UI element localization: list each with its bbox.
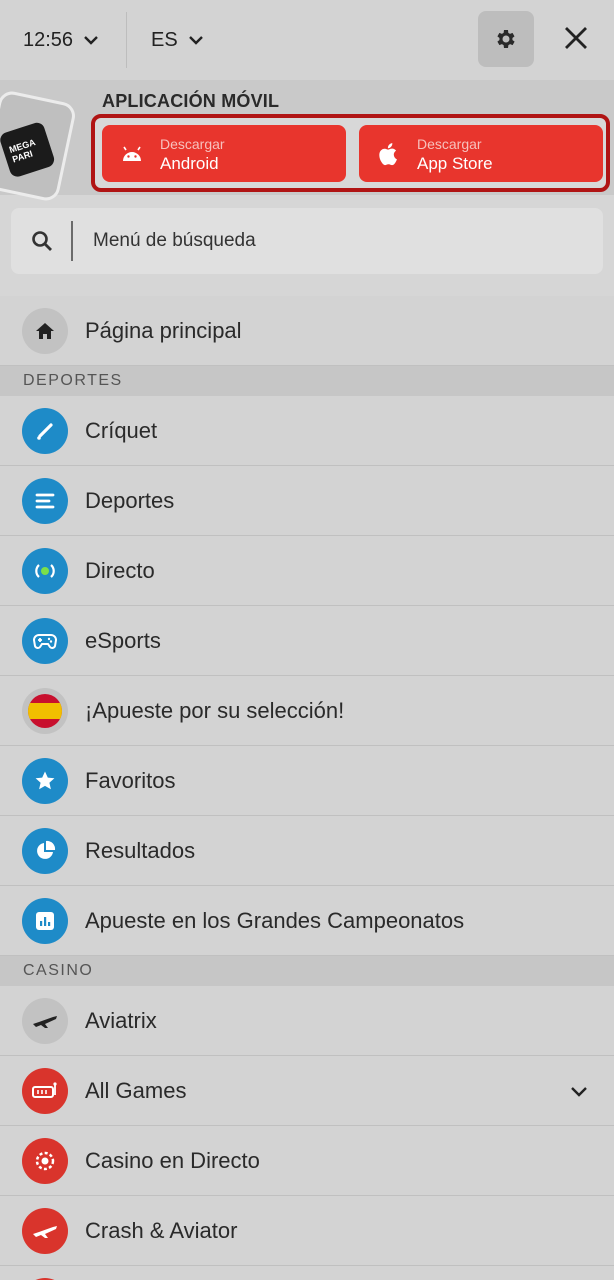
menu-item-aviatrix[interactable]: Aviatrix [0, 986, 614, 1056]
cricket-icon [22, 407, 68, 454]
search-box[interactable] [11, 208, 603, 274]
search-icon [32, 231, 52, 251]
close-icon [565, 27, 587, 49]
download-android-button[interactable]: Descargar Android [102, 125, 346, 182]
menu-item-partial[interactable] [0, 1266, 614, 1280]
menu-item-esports[interactable]: eSports [0, 606, 614, 676]
menu-item-results[interactable]: Resultados [0, 816, 614, 886]
language-selector[interactable]: ES [127, 29, 204, 52]
gear-icon [497, 30, 515, 48]
menu-item-pick-your-selection[interactable]: ¡Apueste por su selección! [0, 676, 614, 746]
slot-icon [22, 1067, 68, 1114]
gamepad-icon [22, 617, 68, 664]
menu-item-home[interactable]: Página principal [0, 296, 614, 366]
home-icon [22, 307, 68, 354]
settings-button[interactable] [478, 11, 534, 67]
search-divider [71, 221, 73, 261]
megapari-logo: MEGA PARI [0, 120, 57, 179]
section-header-casino: CASINO [0, 956, 614, 986]
menu-item-all-games[interactable]: All Games [0, 1056, 614, 1126]
menu-item-cricket[interactable]: Críquet [0, 396, 614, 466]
top-bar: 12:56 ES [0, 0, 614, 80]
star-icon [22, 757, 68, 804]
side-menu: Página principal DEPORTES Críquet Deport… [0, 296, 614, 1280]
section-header-sports: DEPORTES [0, 366, 614, 396]
list-icon [22, 477, 68, 524]
menu-item-live[interactable]: Directo [0, 536, 614, 606]
menu-item-favorites[interactable]: Favoritos [0, 746, 614, 816]
download-appstore-button[interactable]: Descargar App Store [359, 125, 603, 182]
crash-plane-icon [22, 1207, 68, 1254]
language-value: ES [151, 28, 178, 51]
spain-flag-icon [22, 687, 68, 734]
menu-item-championships[interactable]: Apueste en los Grandes Campeonatos [0, 886, 614, 956]
chevron-down-icon [84, 36, 98, 45]
pie-chart-icon [22, 827, 68, 874]
chevron-down-icon[interactable] [570, 1083, 588, 1101]
chip-icon [22, 1137, 68, 1184]
mobile-app-promo: MEGA PARI APLICACIÓN MÓVIL Descargar And… [0, 80, 614, 204]
phone-illustration: MEGA PARI [0, 88, 78, 204]
download-buttons-frame: Descargar Android Descargar App Store [91, 114, 610, 192]
menu-item-sports[interactable]: Deportes [0, 466, 614, 536]
close-button[interactable] [556, 18, 596, 58]
live-icon [22, 547, 68, 594]
apple-icon [375, 140, 403, 168]
time-selector[interactable]: 12:56 [0, 12, 126, 68]
android-icon [118, 140, 146, 168]
promo-title: APLICACIÓN MÓVIL [102, 91, 280, 111]
plane-icon [22, 997, 68, 1044]
menu-item-live-casino[interactable]: Casino en Directo [0, 1126, 614, 1196]
time-value: 12:56 [23, 28, 74, 51]
chevron-down-icon [188, 36, 203, 45]
search-input[interactable] [93, 230, 543, 252]
menu-item-crash-aviator[interactable]: Crash & Aviator [0, 1196, 614, 1266]
bar-chart-icon [22, 897, 68, 944]
